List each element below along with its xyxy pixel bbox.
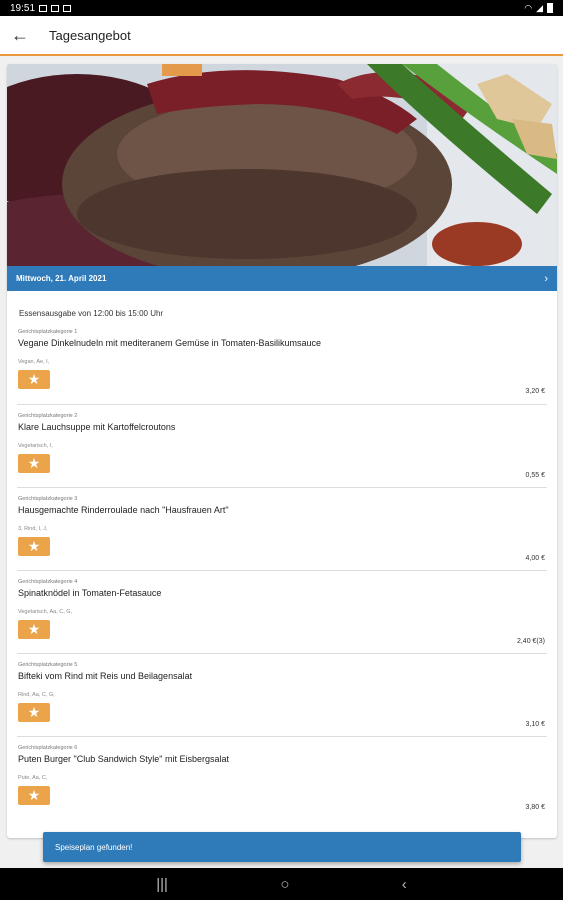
menu-item-allergens: Pute, Aa, C, [18, 775, 48, 781]
rate-star-icon[interactable]: ★ [18, 703, 50, 722]
date-label: Mittwoch, 21. April 2021 [16, 274, 107, 283]
snackbar-text: Speiseplan gefunden! [55, 842, 133, 852]
menu-item-allergens: Vegetarisch, Aa, C, G, [18, 609, 73, 615]
date-selector[interactable]: Mittwoch, 21. April 2021 › [7, 266, 557, 291]
menu-item-allergens: 3, Rind, I, J, [18, 526, 48, 532]
page-title: Tagesangebot [49, 27, 131, 43]
snackbar: Speiseplan gefunden! [43, 832, 521, 862]
status-time: 19:51 [10, 2, 36, 14]
menu-item-category: Gerichtsplatzkategorie 1 [18, 329, 78, 335]
menu-item: Gerichtsplatzkategorie 4 Spinatknödel in… [17, 571, 547, 654]
menu-item-category: Gerichtsplatzkategorie 5 [18, 662, 78, 668]
chevron-right-icon[interactable]: › [544, 273, 548, 285]
menu-item: Gerichtsplatzkategorie 5 Bifteki vom Rin… [17, 654, 547, 737]
notification-icon [39, 4, 48, 12]
menu-item: Gerichtsplatzkategorie 6 Puten Burger "C… [17, 737, 547, 827]
serving-time-text: Essensausgabe von 12:00 bis 15:00 Uhr [19, 309, 164, 318]
menu-item: Gerichtsplatzkategorie 1 Vegane Dinkelnu… [17, 321, 547, 405]
menu-item-list: Gerichtsplatzkategorie 1 Vegane Dinkelnu… [7, 321, 557, 827]
wifi-icon: ◠ [524, 2, 533, 13]
menu-item-category: Gerichtsplatzkategorie 2 [18, 413, 78, 419]
menu-item-name: Vegane Dinkelnudeln mit mediteranem Gemü… [18, 338, 321, 348]
menu-item-allergens: Rind, Aa, C, G, [18, 692, 55, 698]
menu-item-price: 3,80 € [525, 804, 545, 811]
recent-apps-icon[interactable]: ||| [156, 876, 168, 893]
menu-item-price: 4,00 € [525, 555, 545, 562]
menu-item-name: Spinatknödel in Tomaten-Fetasauce [18, 588, 162, 598]
cloud-notification-icon [63, 4, 72, 12]
menu-item-price: 0,55 € [525, 472, 545, 479]
rate-star-icon[interactable]: ★ [18, 454, 50, 473]
app-bar: ← Tagesangebot [0, 16, 563, 56]
food-hero-image [7, 64, 557, 266]
signal-icon: ◢ [536, 2, 543, 13]
menu-item-category: Gerichtsplatzkategorie 4 [18, 579, 78, 585]
status-bar: 19:51 ◠ ◢ [0, 0, 563, 16]
system-back-icon[interactable]: ‹ [402, 876, 407, 893]
home-icon[interactable]: ○ [280, 876, 289, 893]
image-notification-icon [51, 4, 60, 12]
rate-star-icon[interactable]: ★ [18, 537, 50, 556]
rate-star-icon[interactable]: ★ [18, 786, 50, 805]
menu-item-name: Bifteki vom Rind mit Reis und Beilagensa… [18, 671, 193, 681]
menu-item-name: Puten Burger "Club Sandwich Style" mit E… [18, 754, 229, 764]
menu-card: Mittwoch, 21. April 2021 › Essensausgabe… [7, 64, 557, 838]
menu-item: Gerichtsplatzkategorie 3 Hausgemachte Ri… [17, 488, 547, 571]
menu-item-name: Klare Lauchsuppe mit Kartoffelcroutons [18, 422, 176, 432]
menu-item-allergens: Vegan, Ae, I, [18, 359, 50, 365]
battery-icon [547, 3, 553, 13]
menu-item-price: 3,10 € [525, 721, 545, 728]
rate-star-icon[interactable]: ★ [18, 370, 50, 389]
menu-item-category: Gerichtsplatzkategorie 3 [18, 496, 78, 502]
menu-item-category: Gerichtsplatzkategorie 6 [18, 745, 78, 751]
menu-item-allergens: Vegetarisch, I, [18, 443, 53, 449]
system-nav-bar: ||| ○ ‹ [0, 868, 563, 900]
back-arrow-icon[interactable]: ← [0, 15, 40, 55]
rate-star-icon[interactable]: ★ [18, 620, 50, 639]
menu-item-price: 2,40 €(3) [516, 638, 545, 645]
menu-item-name: Hausgemachte Rinderroulade nach "Hausfra… [18, 505, 229, 515]
menu-item-price: 3,20 € [525, 388, 545, 395]
menu-item: Gerichtsplatzkategorie 2 Klare Lauchsupp… [17, 405, 547, 488]
